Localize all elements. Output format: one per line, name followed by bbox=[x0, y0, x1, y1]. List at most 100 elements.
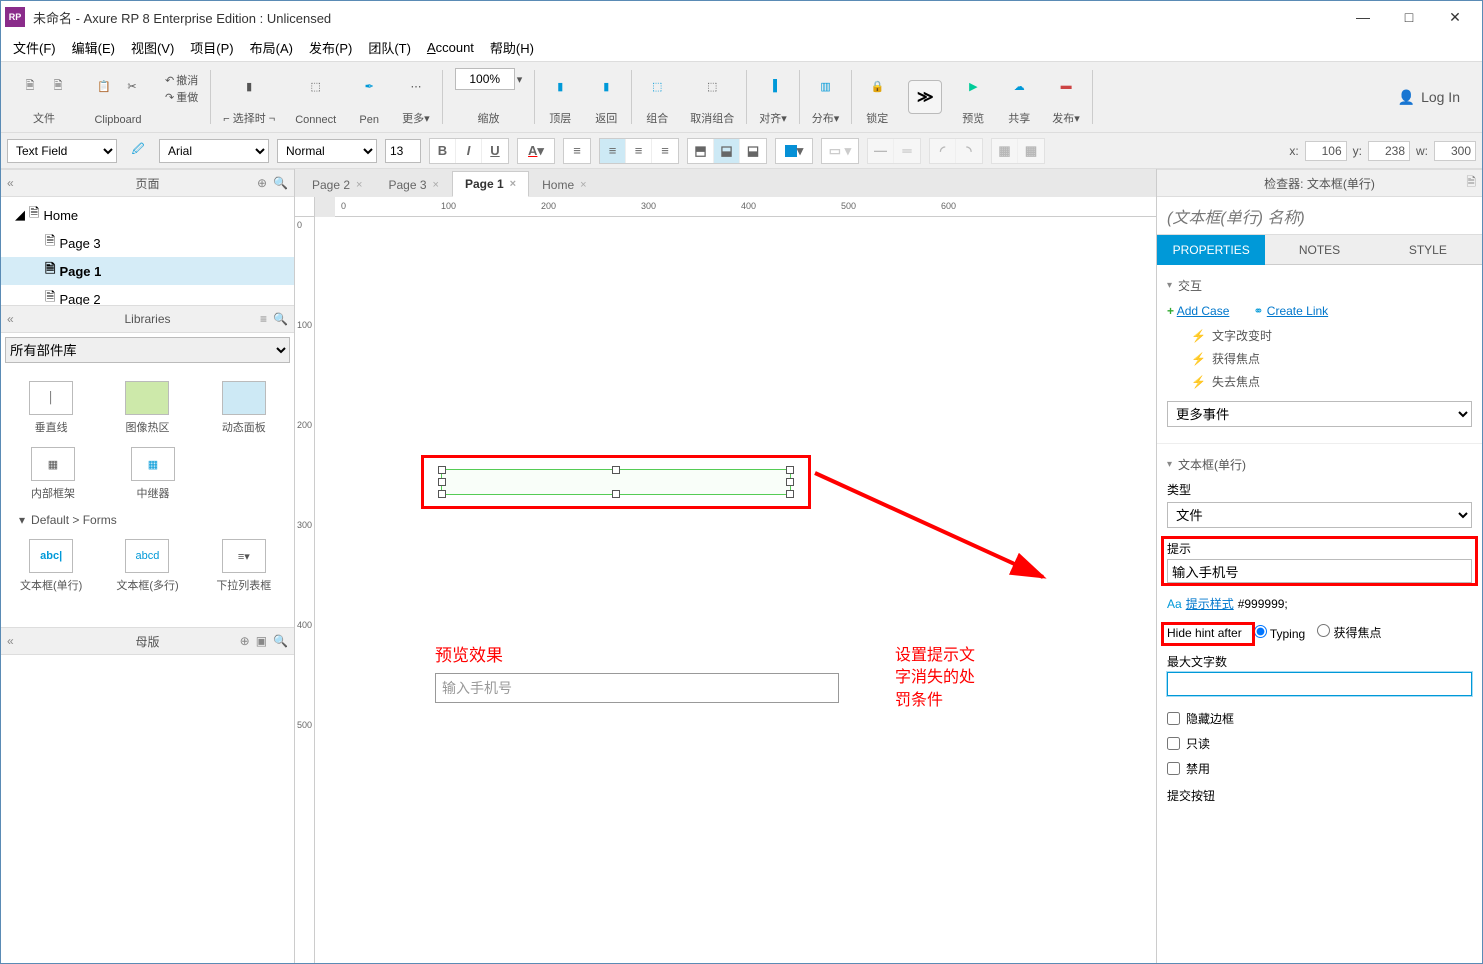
menu-help[interactable]: 帮助(H) bbox=[490, 38, 534, 57]
tree-page3[interactable]: 🗎Page 3 bbox=[1, 229, 294, 257]
tb-group[interactable]: ⬚组合 bbox=[634, 64, 680, 130]
menu-account[interactable]: Account bbox=[427, 40, 474, 55]
radio-typing[interactable]: Typing bbox=[1254, 625, 1305, 641]
inspector-page-icon[interactable]: 🗎 bbox=[1466, 173, 1476, 194]
close-tab-icon[interactable]: × bbox=[510, 178, 516, 190]
lib-dynamic[interactable]: 动态面板 bbox=[206, 381, 282, 435]
lib-section-forms[interactable]: ▾ Default > Forms bbox=[9, 507, 286, 533]
tb-pen[interactable]: ✒Pen bbox=[346, 64, 392, 130]
tb-connect[interactable]: ⬚Connect bbox=[285, 64, 346, 130]
add-folder-icon[interactable]: ▣ bbox=[256, 634, 267, 648]
tab-style[interactable]: STYLE bbox=[1374, 235, 1482, 265]
lib-repeater[interactable]: ▦中继器 bbox=[113, 447, 193, 501]
hint-style-link[interactable]: 提示样式 bbox=[1186, 595, 1234, 612]
tree-page1[interactable]: 🗎Page 1 bbox=[1, 257, 294, 285]
tb-back[interactable]: ▮返回 bbox=[583, 64, 629, 130]
tab-properties[interactable]: PROPERTIES bbox=[1157, 235, 1265, 265]
canvas[interactable]: 预览效果 输入手机号 设置提示文字消失的处罚条件 bbox=[315, 217, 1156, 963]
linespace-button[interactable]: ≡ bbox=[564, 139, 590, 163]
undo-button[interactable]: ↶撤消 bbox=[165, 72, 198, 88]
search-icon[interactable]: 🔍 bbox=[273, 176, 288, 190]
collapse-left-icon[interactable]: « bbox=[7, 176, 14, 190]
library-select[interactable]: 所有部件库 bbox=[5, 337, 290, 363]
event-focus[interactable]: ⚡获得焦点 bbox=[1167, 347, 1472, 370]
close-tab-icon[interactable]: × bbox=[356, 179, 362, 191]
collapse-lib-icon[interactable]: « bbox=[7, 312, 14, 326]
fontsize-input[interactable] bbox=[385, 139, 421, 163]
coord-x[interactable]: 106 bbox=[1305, 141, 1347, 161]
tb-lock[interactable]: 🔒锁定 bbox=[854, 64, 900, 130]
borderwidth-button[interactable]: — bbox=[868, 139, 894, 163]
fillcolor-button[interactable]: ▾ bbox=[776, 139, 812, 163]
tb-share[interactable]: ☁共享 bbox=[996, 64, 1042, 130]
interactions-header[interactable]: 交互 bbox=[1167, 273, 1472, 298]
underline-button[interactable]: U bbox=[482, 139, 508, 163]
lib-textfield[interactable]: abc|文本框(单行) bbox=[13, 539, 89, 593]
menu-publish[interactable]: 发布(P) bbox=[309, 38, 352, 57]
weight-select[interactable]: Normal bbox=[277, 139, 377, 163]
tb-distribute[interactable]: ▥分布▾ bbox=[802, 64, 850, 130]
textcolor-button[interactable]: A ▾ bbox=[518, 139, 554, 163]
borderstyle-button[interactable]: ═ bbox=[894, 139, 920, 163]
align-center-button[interactable]: ≡ bbox=[626, 139, 652, 163]
close-button[interactable]: ✕ bbox=[1432, 3, 1478, 31]
lib-iframe[interactable]: ▦内部框架 bbox=[13, 447, 93, 501]
type-select[interactable]: 文件 bbox=[1167, 502, 1472, 528]
tab-page1[interactable]: Page 1× bbox=[452, 171, 529, 197]
valign-mid-button[interactable]: ⬓ bbox=[714, 139, 740, 163]
bold-button[interactable]: B bbox=[430, 139, 456, 163]
lib-vline[interactable]: │垂直线 bbox=[13, 381, 89, 435]
toolbar-overflow-button[interactable]: ≫ bbox=[908, 80, 942, 114]
widget-section-header[interactable]: 文本框(单行) bbox=[1167, 452, 1472, 477]
valign-bot-button[interactable]: ⬓ bbox=[740, 139, 766, 163]
zoom-input[interactable] bbox=[455, 68, 515, 90]
tb-publish[interactable]: ▬发布▾ bbox=[1042, 64, 1090, 130]
menu-view[interactable]: 视图(V) bbox=[131, 38, 174, 57]
collapse-master-icon[interactable]: « bbox=[7, 634, 14, 648]
tab-notes[interactable]: NOTES bbox=[1265, 235, 1373, 265]
lib-hotspot[interactable]: 图像热区 bbox=[109, 381, 185, 435]
lib-dropdown[interactable]: ≡▾下拉列表框 bbox=[206, 539, 282, 593]
disabled-checkbox[interactable]: 禁用 bbox=[1167, 756, 1472, 781]
add-page-icon[interactable]: ⊕ bbox=[257, 176, 267, 190]
menu-project[interactable]: 项目(P) bbox=[190, 38, 233, 57]
lib-search-icon[interactable]: 🔍 bbox=[273, 312, 288, 326]
tree-page2[interactable]: 🗎Page 2 bbox=[1, 285, 294, 305]
valign-top-button[interactable]: ⬒ bbox=[688, 139, 714, 163]
menu-file[interactable]: 文件(F) bbox=[13, 38, 56, 57]
maxchars-input[interactable] bbox=[1167, 672, 1472, 696]
add-master-icon[interactable]: ⊕ bbox=[240, 634, 250, 648]
event-blur[interactable]: ⚡失去焦点 bbox=[1167, 370, 1472, 393]
close-tab-icon[interactable]: × bbox=[580, 179, 586, 191]
create-link-link[interactable]: ⚭ Create Link bbox=[1253, 304, 1328, 318]
tree-home[interactable]: ◢🗎Home bbox=[1, 201, 294, 229]
tb-file[interactable]: 🗎🗎文件 bbox=[7, 64, 81, 130]
styleedit-icon[interactable]: 🖉 bbox=[125, 138, 151, 164]
corner2-button[interactable]: ◝ bbox=[956, 139, 982, 163]
tb-ungroup[interactable]: ⬚取消组合 bbox=[680, 64, 744, 130]
redo-button[interactable]: ↷重做 bbox=[165, 89, 198, 105]
zoom-dropdown-icon[interactable]: ▾ bbox=[517, 73, 523, 86]
align-right-button[interactable]: ≡ bbox=[652, 139, 678, 163]
tb-clipboard[interactable]: 📋✂Clipboard bbox=[81, 64, 155, 130]
minimize-button[interactable]: — bbox=[1340, 3, 1386, 31]
tb-front[interactable]: ▮顶层 bbox=[537, 64, 583, 130]
bordercolor-button[interactable]: ▭ ▾ bbox=[822, 139, 858, 163]
selected-widget-textfield[interactable] bbox=[441, 469, 791, 495]
login-button[interactable]: 👤Log In bbox=[1398, 89, 1460, 106]
tab-page2[interactable]: Page 2× bbox=[299, 172, 375, 197]
tb-align[interactable]: ▐对齐▾ bbox=[749, 64, 797, 130]
maximize-button[interactable]: □ bbox=[1386, 3, 1432, 31]
more-events-select[interactable]: 更多事件 bbox=[1167, 401, 1472, 427]
menu-team[interactable]: 团队(T) bbox=[368, 38, 411, 57]
menu-edit[interactable]: 编辑(E) bbox=[72, 38, 115, 57]
shadow2-button[interactable]: ▦ bbox=[1018, 139, 1044, 163]
lib-menu-icon[interactable]: ≡ bbox=[260, 312, 267, 326]
tab-page3[interactable]: Page 3× bbox=[375, 172, 451, 197]
tb-select[interactable]: ▮⌐ 选择时 ¬ bbox=[213, 64, 285, 130]
tb-more[interactable]: ⋯更多▾ bbox=[392, 64, 440, 130]
shadow-button[interactable]: ▦ bbox=[992, 139, 1018, 163]
font-select[interactable]: Arial bbox=[159, 139, 269, 163]
tab-home[interactable]: Home× bbox=[529, 172, 599, 197]
align-left-button[interactable]: ≡ bbox=[600, 139, 626, 163]
